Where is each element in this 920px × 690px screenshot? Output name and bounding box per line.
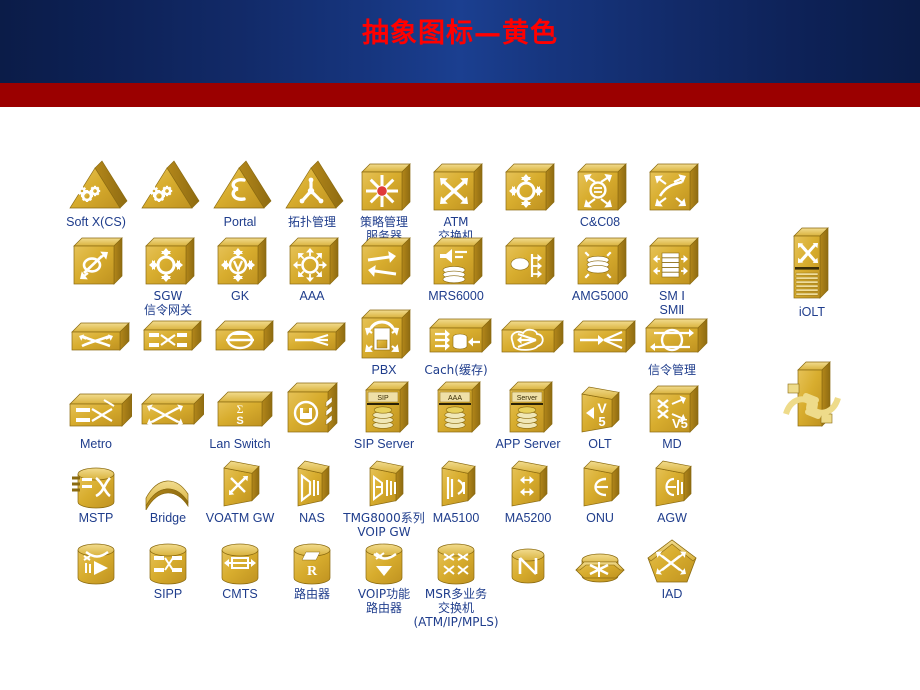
icon-label: SIP Server (353, 437, 415, 451)
icon-hex-x-switch[interactable] (552, 534, 648, 589)
icon-label: IAD (661, 587, 683, 601)
icon-signalling-management[interactable]: 信令管理 (624, 308, 720, 377)
icon-label: AGW (657, 511, 687, 525)
icon-grid: Soft X(CS) Portal 拓扑管理 策略管理 服务器 ATM 交换机 C&C08… (0, 160, 820, 640)
icon-label: MD (662, 437, 682, 451)
icon-label: MRS6000 (428, 289, 484, 303)
hex-x-switch-icon (552, 534, 648, 588)
svg-text:R: R (307, 564, 318, 579)
icon-label: AAA (299, 289, 325, 303)
svg-text:S: S (236, 415, 243, 427)
icon-cube-four-arrows-curve[interactable] (624, 160, 720, 215)
icon-label: Lan Switch (209, 437, 271, 451)
svg-text:Server: Server (517, 395, 538, 402)
svg-text:SIP: SIP (377, 395, 389, 402)
sm1-sm2-icon (624, 234, 720, 288)
iolt-icon (764, 218, 860, 304)
icon-agw[interactable]: AGW (624, 456, 720, 525)
icon-label: 信令管理 (647, 363, 696, 377)
svg-text:V5: V5 (672, 416, 688, 431)
md-icon: V5 (624, 382, 720, 436)
page-title: 抽象图标—黄色 (362, 18, 558, 49)
icon-label: Soft X(CS) (66, 215, 126, 229)
svg-text:5: 5 (598, 414, 605, 429)
icon-label: iOLT (798, 305, 826, 319)
cube-four-arrows-curve-icon (624, 160, 720, 214)
svg-text:AAA: AAA (448, 395, 462, 402)
icon-label: C&C08 (579, 215, 621, 229)
svg-text:Σ: Σ (237, 402, 244, 416)
icon-label: MSR多业务 交换机 (ATM/IP/MPLS) (413, 587, 499, 629)
agw-icon (624, 456, 720, 510)
icon-label: Metro (80, 437, 112, 451)
icon-label: Cach(缓存) (424, 363, 488, 377)
icon-iolt[interactable]: iOLT (764, 218, 860, 319)
media-converter-icon (764, 352, 860, 438)
icon-md[interactable]: V5 MD (624, 382, 720, 451)
icon-sm1-sm2[interactable]: SM Ⅰ SMⅡ (624, 234, 720, 317)
header-red-rule (0, 83, 920, 107)
icon-media-converter[interactable] (764, 352, 860, 439)
signalling-management-icon (624, 308, 720, 362)
